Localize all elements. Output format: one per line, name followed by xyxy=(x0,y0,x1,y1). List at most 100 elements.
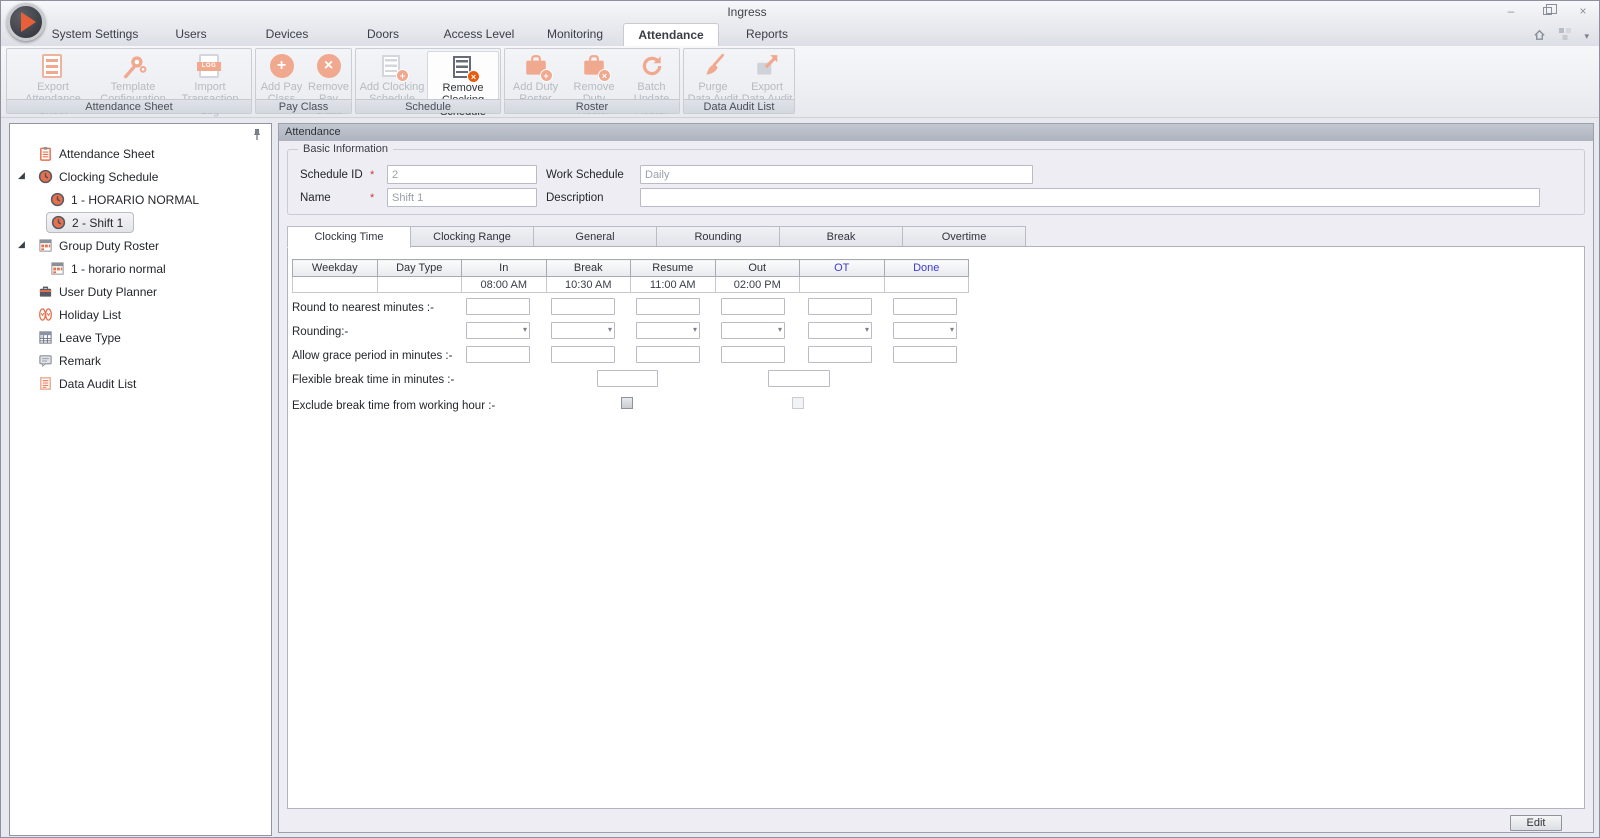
name-input[interactable] xyxy=(387,188,537,207)
attendance-sheet-icon xyxy=(42,54,62,78)
grace-out-input[interactable] xyxy=(721,346,785,363)
cell-weekday xyxy=(292,276,378,293)
import-transaction-log-button[interactable]: LOG Import Transaction Log xyxy=(171,51,249,117)
tab-attendance[interactable]: Attendance xyxy=(623,23,719,46)
app-orb-button[interactable] xyxy=(7,3,45,41)
add-pay-class-button[interactable]: + Add Pay Class xyxy=(259,51,304,105)
work-schedule-label: Work Schedule xyxy=(546,169,624,181)
work-schedule-input[interactable] xyxy=(640,165,1033,184)
tab-break[interactable]: Break xyxy=(779,226,903,247)
table-icon xyxy=(38,330,54,345)
dropdown-arrow-icon[interactable]: ▾ xyxy=(1584,31,1589,42)
clock-icon xyxy=(38,169,54,184)
group-legend: Basic Information xyxy=(298,143,393,155)
exclude-break-checkbox-2[interactable] xyxy=(792,397,804,409)
rounding-ot-select[interactable]: ▾ xyxy=(808,322,872,339)
tab-rounding[interactable]: Rounding xyxy=(656,226,780,247)
rounding-break-select[interactable]: ▾ xyxy=(551,322,615,339)
grace-ot-input[interactable] xyxy=(808,346,872,363)
tab-access-level[interactable]: Access Level xyxy=(431,23,527,46)
group-label-pay-class: Pay Class xyxy=(256,99,351,113)
sidebar-item-horario-normal-roster[interactable]: 1 - horario normal xyxy=(10,257,271,280)
grace-done-input[interactable] xyxy=(893,346,957,363)
tab-monitoring[interactable]: Monitoring xyxy=(527,23,623,46)
purge-data-audit-button[interactable]: Purge Data Audit xyxy=(687,51,739,105)
window-title: Ingress xyxy=(727,5,767,19)
sidebar-item-horario-normal[interactable]: 1 - HORARIO NORMAL xyxy=(10,188,271,211)
template-configuration-icon xyxy=(118,53,148,80)
sidebar-panel: Attendance Sheet ◢ Clocking Schedule 1 -… xyxy=(9,123,272,836)
add-duty-roster-button[interactable]: + Add Duty Roster xyxy=(508,51,563,105)
description-input[interactable] xyxy=(640,188,1540,207)
ribbon-group-schedule: + Add Clocking Schedule × Remove Clockin… xyxy=(355,48,501,118)
export-data-audit-button[interactable]: Export Data Audit xyxy=(741,51,793,105)
remove-clocking-schedule-button[interactable]: × Remove Clocking Schedule xyxy=(427,51,499,118)
round-resume-input[interactable] xyxy=(636,298,700,315)
minimize-button[interactable]: – xyxy=(1503,4,1519,19)
schedule-id-input[interactable] xyxy=(387,165,537,184)
batch-update-roster-button[interactable]: Batch Update Roster xyxy=(625,51,678,117)
tab-reports[interactable]: Reports xyxy=(719,23,815,46)
exclude-label: Exclude break time from working hour :- xyxy=(292,400,496,412)
expander-icon[interactable]: ◢ xyxy=(18,239,25,250)
home-icon[interactable] xyxy=(1533,28,1546,46)
tab-clocking-time[interactable]: Clocking Time xyxy=(287,226,411,248)
round-ot-input[interactable] xyxy=(808,298,872,315)
group-label-roster: Roster xyxy=(505,99,679,113)
cell-ot xyxy=(799,276,885,293)
style-blocks-icon[interactable] xyxy=(1558,27,1572,46)
clipboard-icon xyxy=(38,146,54,161)
flexible-break-input-2[interactable] xyxy=(768,370,830,387)
tab-devices[interactable]: Devices xyxy=(239,23,335,46)
export-attendance-sheet-button[interactable]: Export Attendance Sheet xyxy=(11,51,95,117)
close-button[interactable]: × xyxy=(1575,4,1591,19)
required-asterisk: * xyxy=(370,169,375,181)
sidebar-item-attendance-sheet[interactable]: Attendance Sheet xyxy=(10,142,271,165)
exclude-break-checkbox-1[interactable] xyxy=(621,397,633,409)
description-label: Description xyxy=(546,192,604,204)
roster-grid-icon xyxy=(38,238,54,253)
template-configuration-button[interactable]: Template Configuration xyxy=(97,51,169,105)
grace-resume-input[interactable] xyxy=(636,346,700,363)
col-weekday: Weekday xyxy=(292,259,378,277)
tab-users[interactable]: Users xyxy=(143,23,239,46)
tab-overtime[interactable]: Overtime xyxy=(902,226,1026,247)
panel-title: Attendance xyxy=(279,124,1593,141)
tab-doors[interactable]: Doors xyxy=(335,23,431,46)
expander-icon[interactable]: ◢ xyxy=(18,170,25,181)
rounding-resume-select[interactable]: ▾ xyxy=(636,322,700,339)
tab-general[interactable]: General xyxy=(533,226,657,247)
remove-duty-roster-button[interactable]: × Remove Duty Roster xyxy=(565,51,623,117)
restore-button[interactable] xyxy=(1539,4,1557,19)
export-arrow-icon xyxy=(752,53,782,79)
edit-button[interactable]: Edit xyxy=(1510,815,1562,831)
tab-system-settings[interactable]: System Settings xyxy=(47,23,143,46)
selected-tree-item: 2 - Shift 1 xyxy=(46,212,135,233)
sidebar-item-data-audit-list[interactable]: Data Audit List xyxy=(10,372,271,395)
sidebar-item-clocking-schedule[interactable]: ◢ Clocking Schedule xyxy=(10,165,271,188)
required-asterisk: * xyxy=(370,192,375,204)
round-break-input[interactable] xyxy=(551,298,615,315)
navigation-tree: Attendance Sheet ◢ Clocking Schedule 1 -… xyxy=(10,142,271,395)
remove-pay-class-button[interactable]: × Remove Pay Class xyxy=(306,51,351,117)
rounding-done-select[interactable]: ▾ xyxy=(893,322,957,339)
grace-in-input[interactable] xyxy=(466,346,530,363)
round-done-input[interactable] xyxy=(893,298,957,315)
grace-break-input[interactable] xyxy=(551,346,615,363)
import-log-icon: LOG xyxy=(197,54,221,78)
add-clocking-schedule-button[interactable]: + Add Clocking Schedule xyxy=(359,51,425,105)
round-in-input[interactable] xyxy=(466,298,530,315)
sidebar-item-user-duty-planner[interactable]: User Duty Planner xyxy=(10,280,271,303)
rounding-out-select[interactable]: ▾ xyxy=(721,322,785,339)
sidebar-item-group-duty-roster[interactable]: ◢ Group Duty Roster xyxy=(10,234,271,257)
sidebar-item-shift-1[interactable]: 2 - Shift 1 xyxy=(10,211,271,234)
tab-clocking-range[interactable]: Clocking Range xyxy=(410,226,534,247)
flexible-break-input-1[interactable] xyxy=(597,370,658,387)
chevron-down-icon: ▾ xyxy=(692,325,697,334)
rounding-in-select[interactable]: ▾ xyxy=(466,322,530,339)
sidebar-item-remark[interactable]: Remark xyxy=(10,349,271,372)
cell-out-time: 02:00 PM xyxy=(714,276,800,293)
sidebar-item-holiday-list[interactable]: Holiday List xyxy=(10,303,271,326)
round-out-input[interactable] xyxy=(721,298,785,315)
sidebar-item-leave-type[interactable]: Leave Type xyxy=(10,326,271,349)
